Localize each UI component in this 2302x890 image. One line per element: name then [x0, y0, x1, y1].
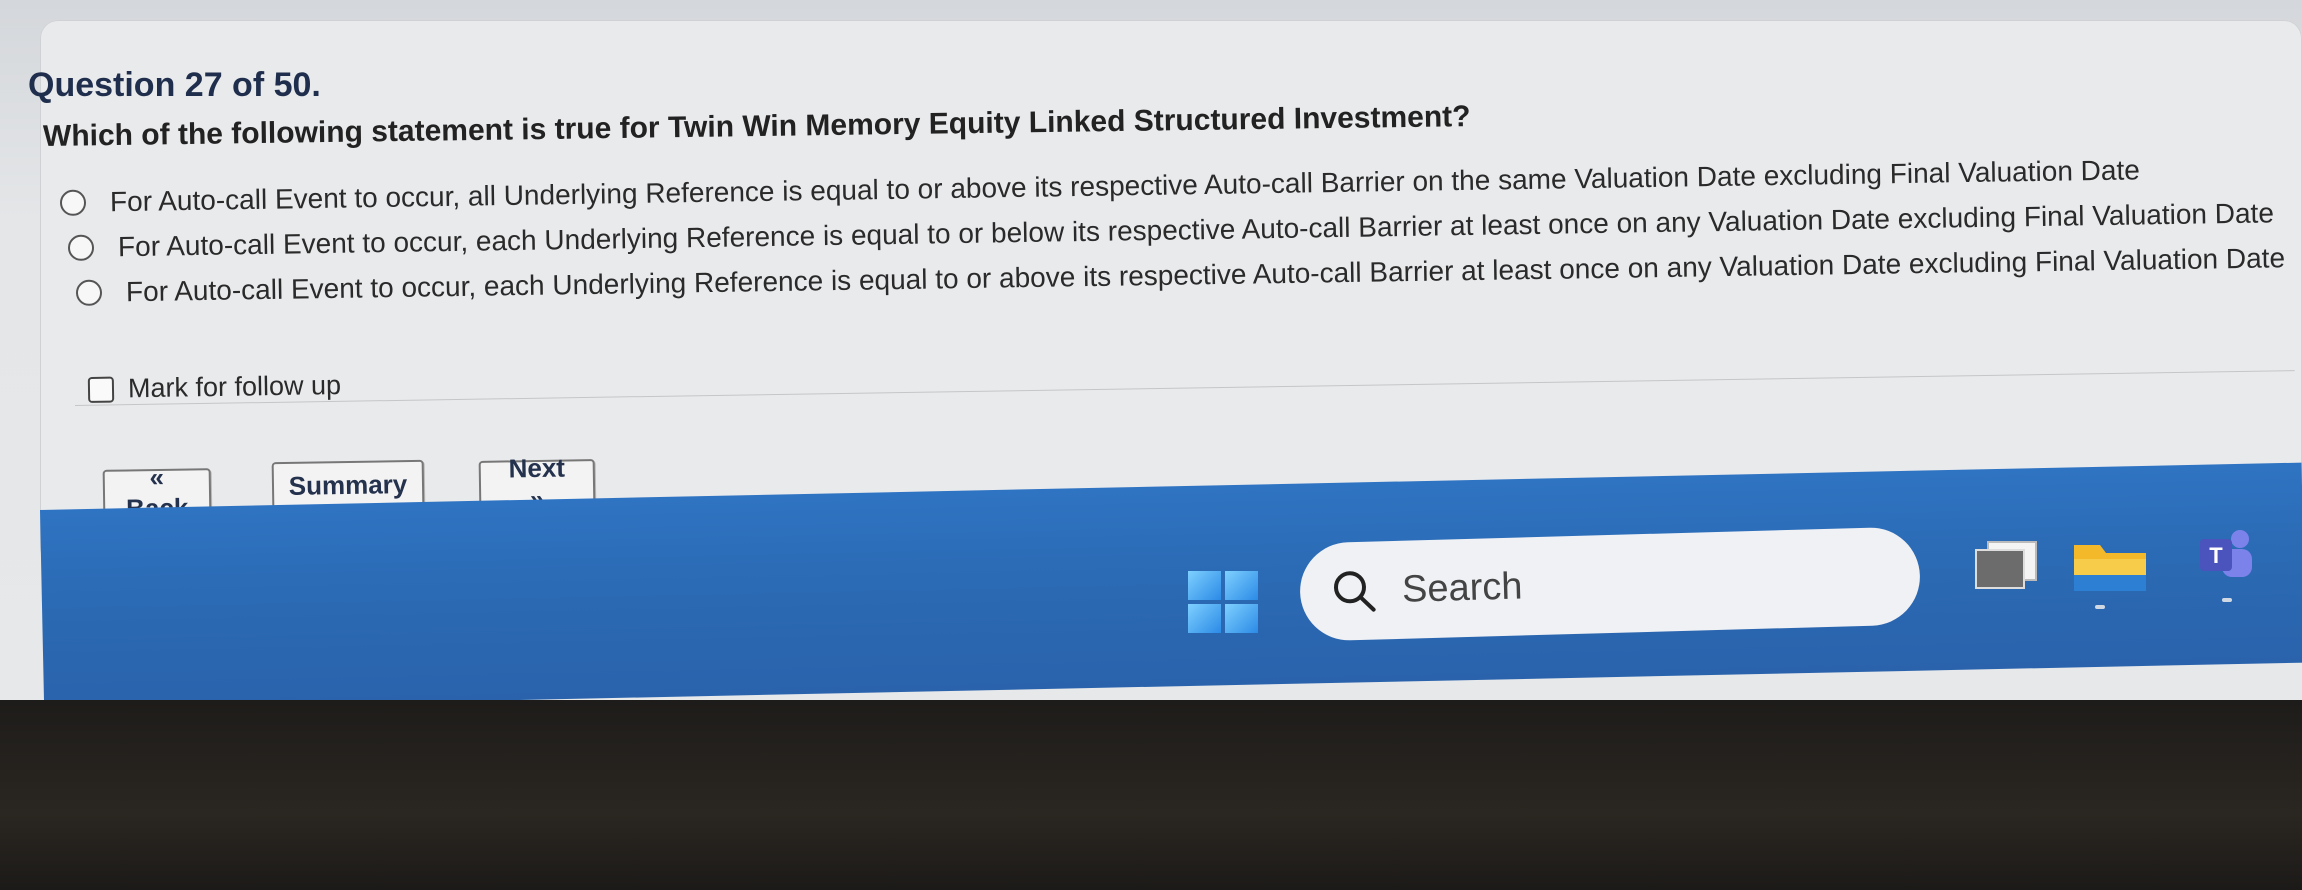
follow-up-row[interactable]: Mark for follow up — [87, 370, 342, 405]
file-explorer-icon[interactable] — [2070, 535, 2150, 595]
taskbar-search-box[interactable]: Search — [1298, 526, 1922, 642]
search-label: Search — [1401, 564, 1524, 611]
svg-text:T: T — [2209, 543, 2223, 568]
active-indicator — [2222, 598, 2232, 602]
answer-options: For Auto-call Event to occur, all Underl… — [59, 154, 2300, 315]
follow-up-checkbox[interactable] — [87, 376, 115, 403]
active-indicator — [2095, 605, 2105, 609]
radio-button-2[interactable] — [67, 234, 95, 261]
teams-icon[interactable]: T — [2196, 525, 2256, 585]
radio-button-1[interactable] — [59, 189, 87, 216]
radio-button-3[interactable] — [75, 279, 103, 306]
follow-up-label: Mark for follow up — [127, 370, 342, 404]
laptop-bezel — [0, 700, 2302, 890]
search-icon — [1333, 571, 1376, 612]
question-number: Question 27 of 50. — [28, 66, 321, 104]
task-view-icon[interactable] — [1974, 540, 2040, 590]
windows-start-icon[interactable] — [1188, 571, 1258, 633]
